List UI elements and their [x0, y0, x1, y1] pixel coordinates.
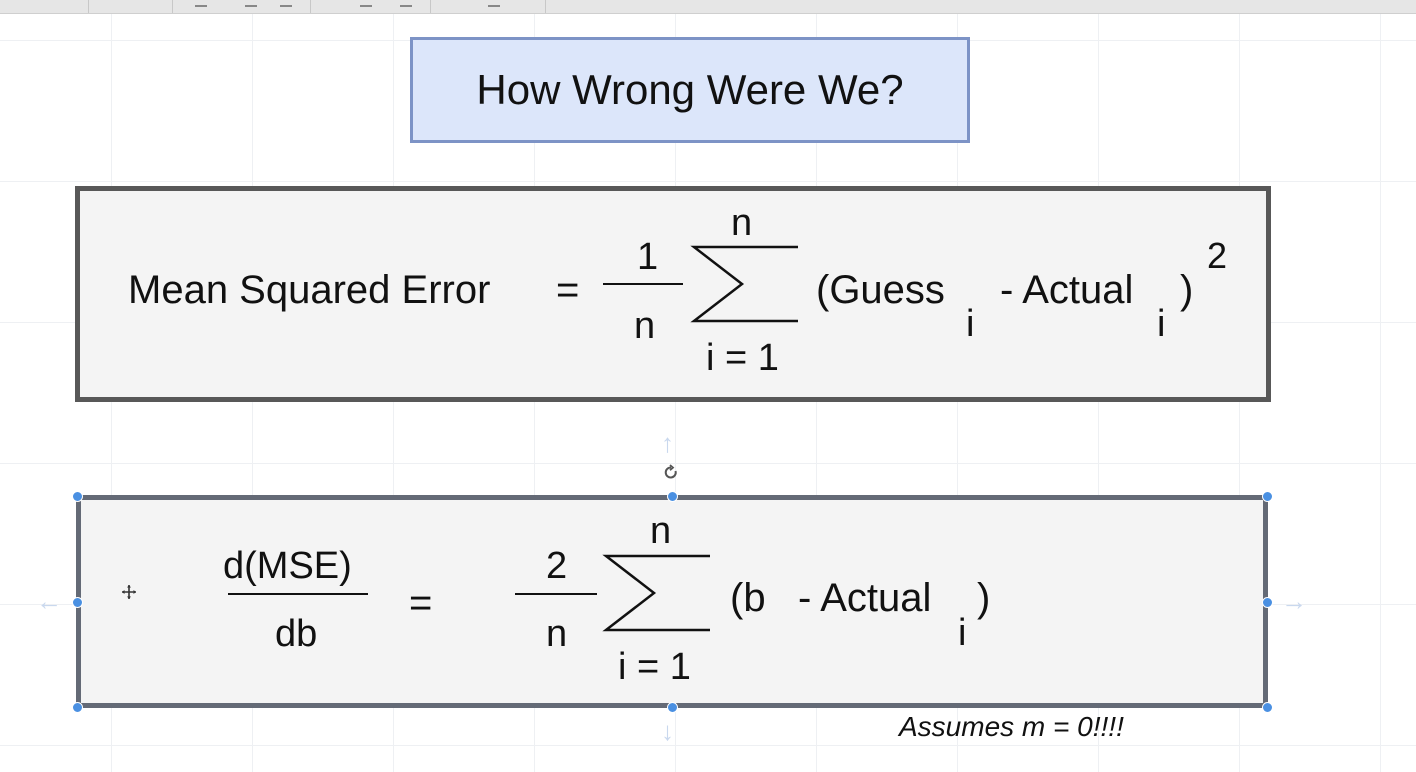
mse-subscript-guess: i [966, 303, 975, 345]
rotate-handle-icon[interactable] [663, 464, 679, 482]
derivative-term-open: (b [730, 576, 766, 620]
mse-sum-lower: i = 1 [706, 337, 779, 379]
mse-equals: = [556, 268, 580, 312]
assumption-note: Assumes m = 0!!!! [899, 711, 1124, 742]
selection-handle-top[interactable] [667, 491, 678, 502]
mse-term-minus: - Actual [1000, 268, 1134, 312]
derivative-coef-denominator: n [546, 613, 568, 655]
mse-sum-upper: n [731, 202, 753, 244]
derivative-term-minus: - Actual [798, 576, 932, 620]
toolbar-separator [430, 0, 431, 13]
mse-term-close: ) [1180, 268, 1194, 312]
move-cursor-icon [122, 585, 136, 599]
derivative-coef-numerator: 2 [546, 545, 568, 587]
sigma-icon [602, 554, 710, 632]
toolbar-button[interactable] [195, 0, 207, 7]
title-text: How Wrong Were We? [476, 66, 904, 113]
mse-exponent: 2 [1207, 235, 1228, 276]
toolbar-button[interactable] [400, 0, 412, 7]
mse-coef-numerator: 1 [637, 236, 659, 278]
toolbar-separator [172, 0, 173, 13]
toolbar-button[interactable] [360, 0, 372, 7]
toolbar-separator [545, 0, 546, 13]
toolbar-button[interactable] [280, 0, 292, 7]
sigma-icon [690, 245, 798, 323]
arrow-left-icon[interactable]: ← [36, 588, 62, 614]
derivative-sum-lower: i = 1 [618, 646, 691, 688]
selection-handle-right[interactable] [1262, 597, 1273, 608]
selection-handle-left[interactable] [72, 597, 83, 608]
mse-fraction-bar [603, 283, 683, 285]
mse-term-open: (Guess [816, 268, 945, 312]
derivative-lhs-numerator: d(MSE) [223, 545, 352, 587]
arrow-down-icon[interactable]: ↓ [661, 718, 674, 744]
selection-handle-top-right[interactable] [1262, 491, 1273, 502]
toolbar-strip [0, 0, 1416, 14]
arrow-right-icon[interactable]: → [1281, 588, 1307, 614]
selection-handle-top-left[interactable] [72, 491, 83, 502]
toolbar-separator [310, 0, 311, 13]
mse-coef-denominator: n [634, 305, 656, 347]
arrow-up-icon[interactable]: ↑ [661, 430, 674, 456]
derivative-lhs-denominator: db [275, 613, 318, 655]
title-box[interactable]: How Wrong Were We? [410, 37, 970, 143]
selection-handle-bottom-right[interactable] [1262, 702, 1273, 713]
derivative-subscript-actual: i [958, 612, 967, 654]
toolbar-separator [88, 0, 89, 13]
selection-handle-bottom-left[interactable] [72, 702, 83, 713]
toolbar-button[interactable] [245, 0, 257, 7]
derivative-term-close: ) [977, 576, 991, 620]
mse-subscript-actual: i [1157, 303, 1166, 345]
derivative-fraction-bar [515, 593, 597, 595]
derivative-sum-upper: n [650, 510, 672, 552]
derivative-lhs-fraction-bar [228, 593, 368, 595]
toolbar-button[interactable] [488, 0, 500, 7]
derivative-equals: = [409, 581, 433, 625]
mse-label: Mean Squared Error [128, 268, 491, 312]
selection-handle-bottom[interactable] [667, 702, 678, 713]
